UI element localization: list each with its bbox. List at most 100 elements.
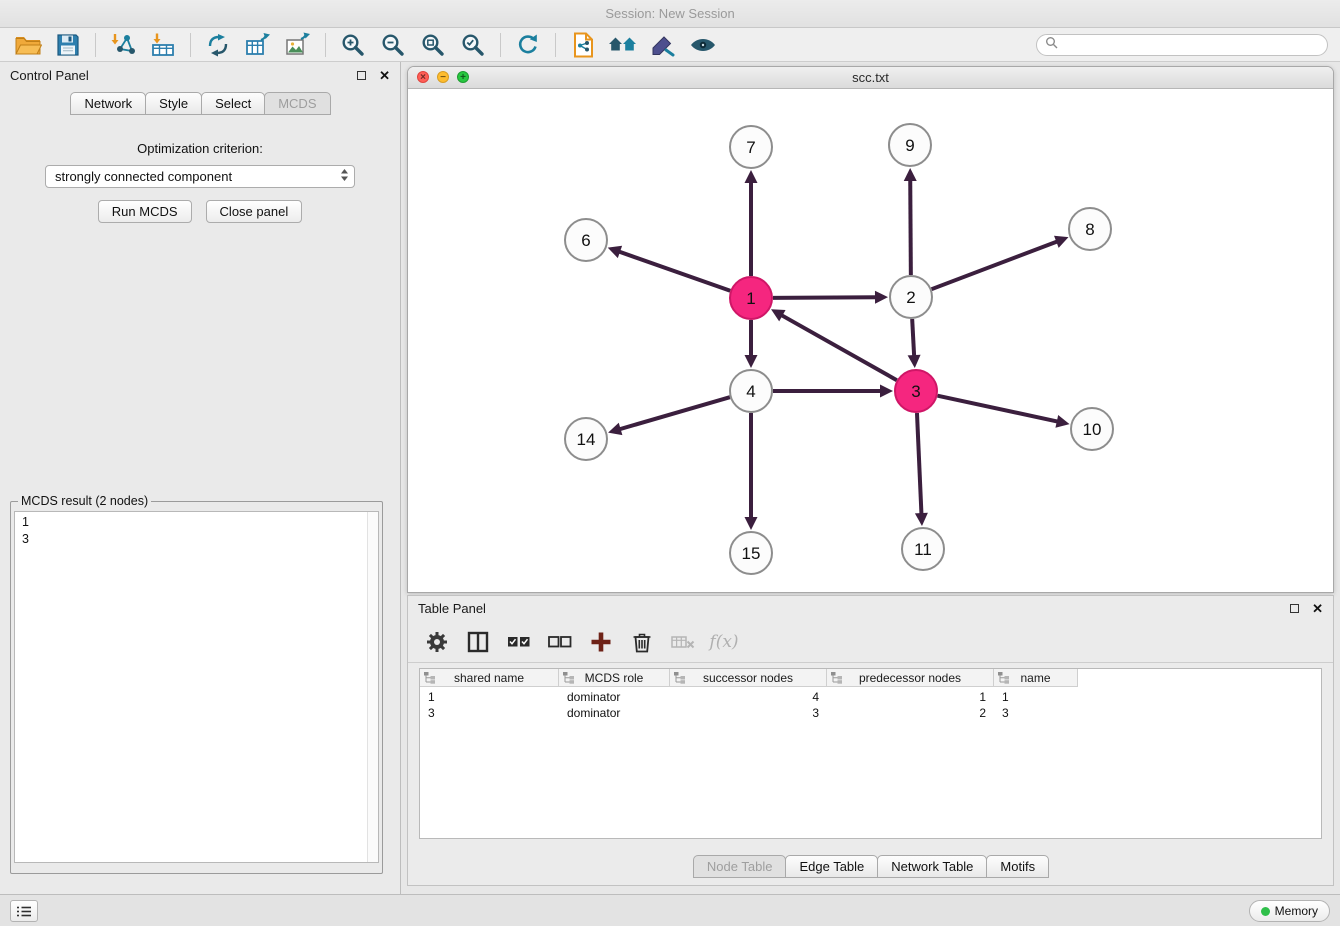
network-window-titlebar[interactable]: × − + scc.txt [408, 67, 1333, 89]
float-panel-icon[interactable] [357, 71, 366, 80]
graph-node-8[interactable]: 8 [1069, 208, 1111, 250]
table-panel-title: Table Panel [418, 601, 486, 616]
search-input[interactable] [1063, 38, 1319, 52]
import-table-icon[interactable] [143, 30, 183, 60]
table-panel-tabs: Node TableEdge TableNetwork TableMotifs [408, 855, 1333, 878]
zoom-in-icon[interactable] [333, 30, 373, 60]
control-panel-title: Control Panel [10, 68, 89, 83]
optimization-dropdown[interactable]: strongly connected component [45, 165, 355, 188]
memory-button[interactable]: Memory [1249, 900, 1330, 922]
float-table-panel-icon[interactable] [1290, 604, 1299, 613]
zoom-fit-icon[interactable] [413, 30, 453, 60]
column-tree-icon [423, 671, 436, 687]
tab-select[interactable]: Select [201, 92, 265, 115]
search-box[interactable] [1036, 34, 1328, 56]
graph-node-7[interactable]: 7 [730, 126, 772, 168]
mcds-result-lines: 13 [15, 512, 378, 548]
graph-node-4[interactable]: 4 [730, 370, 772, 412]
graph-node-6[interactable]: 6 [565, 219, 607, 261]
export-table-icon[interactable] [238, 30, 278, 60]
zoom-window-icon[interactable]: + [457, 71, 469, 83]
zoom-selected-icon[interactable] [453, 30, 493, 60]
close-table-panel-icon[interactable]: ✕ [1312, 602, 1323, 615]
graph-node-9[interactable]: 9 [889, 124, 931, 166]
import-network-icon[interactable] [103, 30, 143, 60]
minimize-window-icon[interactable]: − [437, 71, 449, 83]
mcds-result-list[interactable]: 13 [14, 511, 379, 863]
close-panel-button[interactable]: Close panel [206, 200, 303, 223]
table-cell: 1 [420, 690, 559, 704]
svg-text:14: 14 [577, 430, 596, 449]
search-icon [1045, 36, 1058, 54]
home-pair-icon[interactable] [603, 30, 643, 60]
window-title: Session: New Session [605, 6, 734, 21]
split-columns-icon[interactable] [463, 627, 493, 657]
traffic-lights: × − + [417, 71, 469, 83]
tab-motifs[interactable]: Motifs [986, 855, 1049, 878]
mcds-result-title: MCDS result (2 nodes) [18, 494, 151, 508]
svg-text:2: 2 [906, 288, 915, 307]
export-network-icon[interactable] [198, 30, 238, 60]
column-header-label: predecessor nodes [859, 671, 961, 685]
tab-node-table[interactable]: Node Table [693, 855, 787, 878]
graph-node-11[interactable]: 11 [902, 528, 944, 570]
svg-text:11: 11 [914, 540, 932, 559]
eye-icon[interactable] [683, 30, 723, 60]
column-header-predecessor-nodes[interactable]: predecessor nodes [827, 669, 994, 687]
control-panel-tabs: NetworkStyleSelectMCDS [0, 92, 400, 115]
table-cell: 3 [670, 706, 827, 720]
function-icon: f(x) [709, 627, 739, 657]
style-brush-icon[interactable] [643, 30, 683, 60]
table-cell: 1 [994, 690, 1078, 704]
result-scrollbar[interactable] [367, 512, 378, 862]
memory-status-icon [1261, 907, 1270, 916]
copy-network-icon[interactable] [563, 30, 603, 60]
svg-text:15: 15 [742, 544, 761, 563]
graph-node-2[interactable]: 2 [890, 276, 932, 318]
column-header-successor-nodes[interactable]: successor nodes [670, 669, 827, 687]
select-all-icon[interactable] [504, 627, 534, 657]
toolbar-separator [325, 33, 326, 57]
tab-mcds[interactable]: MCDS [264, 92, 330, 115]
graph-node-1[interactable]: 1 [730, 277, 772, 319]
network-canvas-svg[interactable]: 7 9 6 8 1 2 4 3 14 10 15 11 [408, 89, 1333, 592]
graph-node-15[interactable]: 15 [730, 532, 772, 574]
export-image-icon[interactable] [278, 30, 318, 60]
table-panel-header: Table Panel ✕ [408, 596, 1333, 621]
tab-style[interactable]: Style [145, 92, 202, 115]
close-window-icon[interactable]: × [417, 71, 429, 83]
deselect-all-icon[interactable] [545, 627, 575, 657]
gear-icon[interactable] [422, 627, 452, 657]
graph-node-3[interactable]: 3 [895, 370, 937, 412]
column-header-shared-name[interactable]: shared name [420, 669, 559, 687]
table-row[interactable]: 3dominator323 [420, 705, 1321, 721]
node-table-header: shared name MCDS rolesuccessor nodes prede… [420, 669, 1321, 687]
save-session-icon[interactable] [48, 30, 88, 60]
tab-edge-table[interactable]: Edge Table [785, 855, 878, 878]
table-row[interactable]: 1dominator411 [420, 689, 1321, 705]
open-session-icon[interactable] [8, 30, 48, 60]
status-bar: Memory [0, 894, 1340, 926]
table-cell: 4 [670, 690, 827, 704]
tab-network[interactable]: Network [70, 92, 146, 115]
node-table-body: 1dominator4113dominator323 [420, 687, 1321, 721]
mcds-result-group: MCDS result (2 nodes) 13 [10, 494, 383, 874]
add-row-icon[interactable] [586, 627, 616, 657]
svg-text:9: 9 [905, 136, 914, 155]
column-header-label: shared name [454, 671, 524, 685]
zoom-out-icon[interactable] [373, 30, 413, 60]
graph-node-14[interactable]: 14 [565, 418, 607, 460]
column-header-name[interactable]: name [994, 669, 1078, 687]
tab-network-table[interactable]: Network Table [877, 855, 987, 878]
graph-node-10[interactable]: 10 [1071, 408, 1113, 450]
run-mcds-button[interactable]: Run MCDS [98, 200, 192, 223]
close-panel-icon[interactable]: ✕ [379, 69, 390, 82]
column-header-MCDS-role[interactable]: MCDS role [559, 669, 670, 687]
node-table: shared name MCDS rolesuccessor nodes prede… [419, 668, 1322, 839]
table-cell: 3 [420, 706, 559, 720]
panel-list-button[interactable] [10, 900, 38, 922]
mcds-result-line: 3 [15, 531, 378, 548]
delete-row-icon[interactable] [627, 627, 657, 657]
table-toolbar-icons: f(x) [408, 621, 1333, 663]
refresh-icon[interactable] [508, 30, 548, 60]
